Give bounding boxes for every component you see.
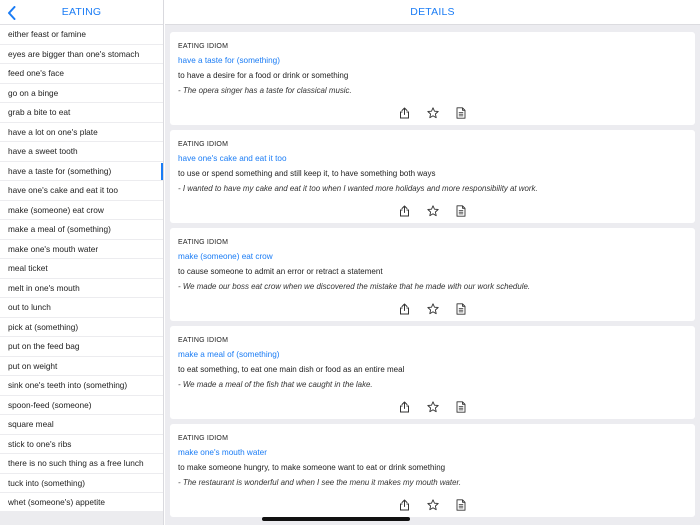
notes-button[interactable] (455, 401, 467, 413)
idiom-card: EATING IDIOM make one's mouth water to mak… (170, 424, 695, 517)
share-icon (399, 205, 410, 217)
notes-button[interactable] (455, 499, 467, 511)
list-item[interactable]: melt in one's mouth (0, 279, 163, 298)
list-item[interactable]: have a lot on one's plate (0, 123, 163, 142)
card-idiom-title[interactable]: have a taste for (something) (178, 56, 695, 65)
favorite-button[interactable] (426, 107, 439, 119)
card-category: EATING IDIOM (178, 239, 229, 246)
favorite-button[interactable] (426, 499, 439, 511)
share-icon (399, 107, 410, 119)
list-item[interactable]: stick to one's ribs (0, 435, 163, 454)
card-example: - We made a meal of the fish that we cau… (178, 380, 373, 389)
document-icon (456, 401, 466, 413)
share-button[interactable] (399, 205, 411, 217)
card-actions (170, 303, 695, 315)
share-button[interactable] (399, 499, 411, 511)
document-icon (456, 303, 466, 315)
list-item[interactable]: put on weight (0, 357, 163, 376)
details-title: DETAILS (410, 6, 455, 18)
list-item[interactable]: have a sweet tooth (0, 142, 163, 162)
star-icon (426, 499, 439, 511)
card-actions (170, 499, 695, 511)
details-pane: DETAILS EATING IDIOM have a taste for (so… (165, 0, 700, 525)
card-actions (170, 205, 695, 217)
list-item[interactable]: feed one's face (0, 64, 163, 84)
list-item[interactable]: make one's mouth water (0, 240, 163, 259)
card-example: - The restaurant is wonderful and when I… (178, 478, 462, 487)
home-indicator[interactable] (262, 517, 410, 521)
list-item[interactable]: eyes are bigger than one's stomach (0, 45, 163, 64)
idiom-list: either feast or famine eyes are bigger th… (0, 25, 163, 513)
favorite-button[interactable] (426, 303, 439, 315)
card-idiom-title[interactable]: make (someone) eat crow (178, 252, 695, 261)
share-button[interactable] (399, 303, 411, 315)
card-idiom-title[interactable]: make one's mouth water (178, 448, 695, 457)
list-item[interactable]: sink one's teeth into (something) (0, 376, 163, 396)
star-icon (426, 303, 439, 315)
card-definition: to have a desire for a food or drink or … (178, 71, 349, 80)
list-item[interactable]: tuck into (something) (0, 474, 163, 493)
sidebar: EATING either feast or famine eyes are bi… (0, 0, 164, 525)
idiom-card: EATING IDIOM have a taste for (something)… (170, 32, 695, 125)
idiom-card: EATING IDIOM make (someone) eat crow to ca… (170, 228, 695, 321)
card-definition: to cause someone to admit an error or re… (178, 267, 383, 276)
share-icon (399, 401, 410, 413)
list-item[interactable]: put on the feed bag (0, 337, 163, 357)
card-example: - I wanted to have my cake and eat it to… (178, 184, 538, 193)
card-actions (170, 401, 695, 413)
share-icon (399, 499, 410, 511)
card-idiom-title[interactable]: make a meal of (something) (178, 350, 695, 359)
notes-button[interactable] (455, 205, 467, 217)
notes-button[interactable] (455, 303, 467, 315)
list-item[interactable]: have a taste for (something) (0, 162, 163, 181)
list-item[interactable]: have one's cake and eat it too (0, 181, 163, 201)
card-category: EATING IDIOM (178, 435, 229, 442)
star-icon (426, 205, 439, 217)
list-item[interactable]: whet (someone's) appetite (0, 493, 163, 513)
idiom-card: EATING IDIOM have one's cake and eat it t… (170, 130, 695, 223)
share-icon (399, 303, 410, 315)
card-definition: to use or spend something and still keep… (178, 169, 436, 178)
document-icon (456, 205, 466, 217)
document-icon (456, 499, 466, 511)
list-item[interactable]: go on a binge (0, 84, 163, 103)
back-button[interactable] (4, 3, 18, 23)
star-icon (426, 107, 439, 119)
card-example: - The opera singer has a taste for class… (178, 86, 352, 95)
list-item[interactable]: square meal (0, 415, 163, 435)
card-category: EATING IDIOM (178, 337, 229, 344)
card-category: EATING IDIOM (178, 43, 229, 50)
list-item[interactable]: spoon-feed (someone) (0, 396, 163, 415)
card-definition: to make someone hungry, to make someone … (178, 463, 446, 472)
card-idiom-title[interactable]: have one's cake and eat it too (178, 154, 695, 163)
share-button[interactable] (399, 107, 411, 119)
list-item[interactable]: there is no such thing as a free lunch (0, 454, 163, 474)
list-item[interactable]: grab a bite to eat (0, 103, 163, 123)
list-item[interactable]: make (someone) eat crow (0, 201, 163, 220)
list-item[interactable]: meal ticket (0, 259, 163, 279)
notes-button[interactable] (455, 107, 467, 119)
list-item[interactable]: either feast or famine (0, 25, 163, 45)
favorite-button[interactable] (426, 205, 439, 217)
card-definition: to eat something, to eat one main dish o… (178, 365, 405, 374)
list-item[interactable]: out to lunch (0, 298, 163, 318)
card-actions (170, 107, 695, 119)
sidebar-footer (0, 511, 163, 525)
list-item[interactable]: make a meal of (something) (0, 220, 163, 240)
chevron-left-icon (7, 6, 15, 20)
sidebar-title: EATING (61, 6, 102, 18)
star-icon (426, 401, 439, 413)
list-item[interactable]: pick at (something) (0, 318, 163, 337)
share-button[interactable] (399, 401, 411, 413)
idiom-card: EATING IDIOM make a meal of (something) to… (170, 326, 695, 419)
details-header: DETAILS (165, 0, 700, 25)
card-example: - We made our boss eat crow when we disc… (178, 282, 531, 291)
document-icon (456, 107, 466, 119)
sidebar-header: EATING (0, 0, 163, 25)
card-category: EATING IDIOM (178, 141, 229, 148)
favorite-button[interactable] (426, 401, 439, 413)
